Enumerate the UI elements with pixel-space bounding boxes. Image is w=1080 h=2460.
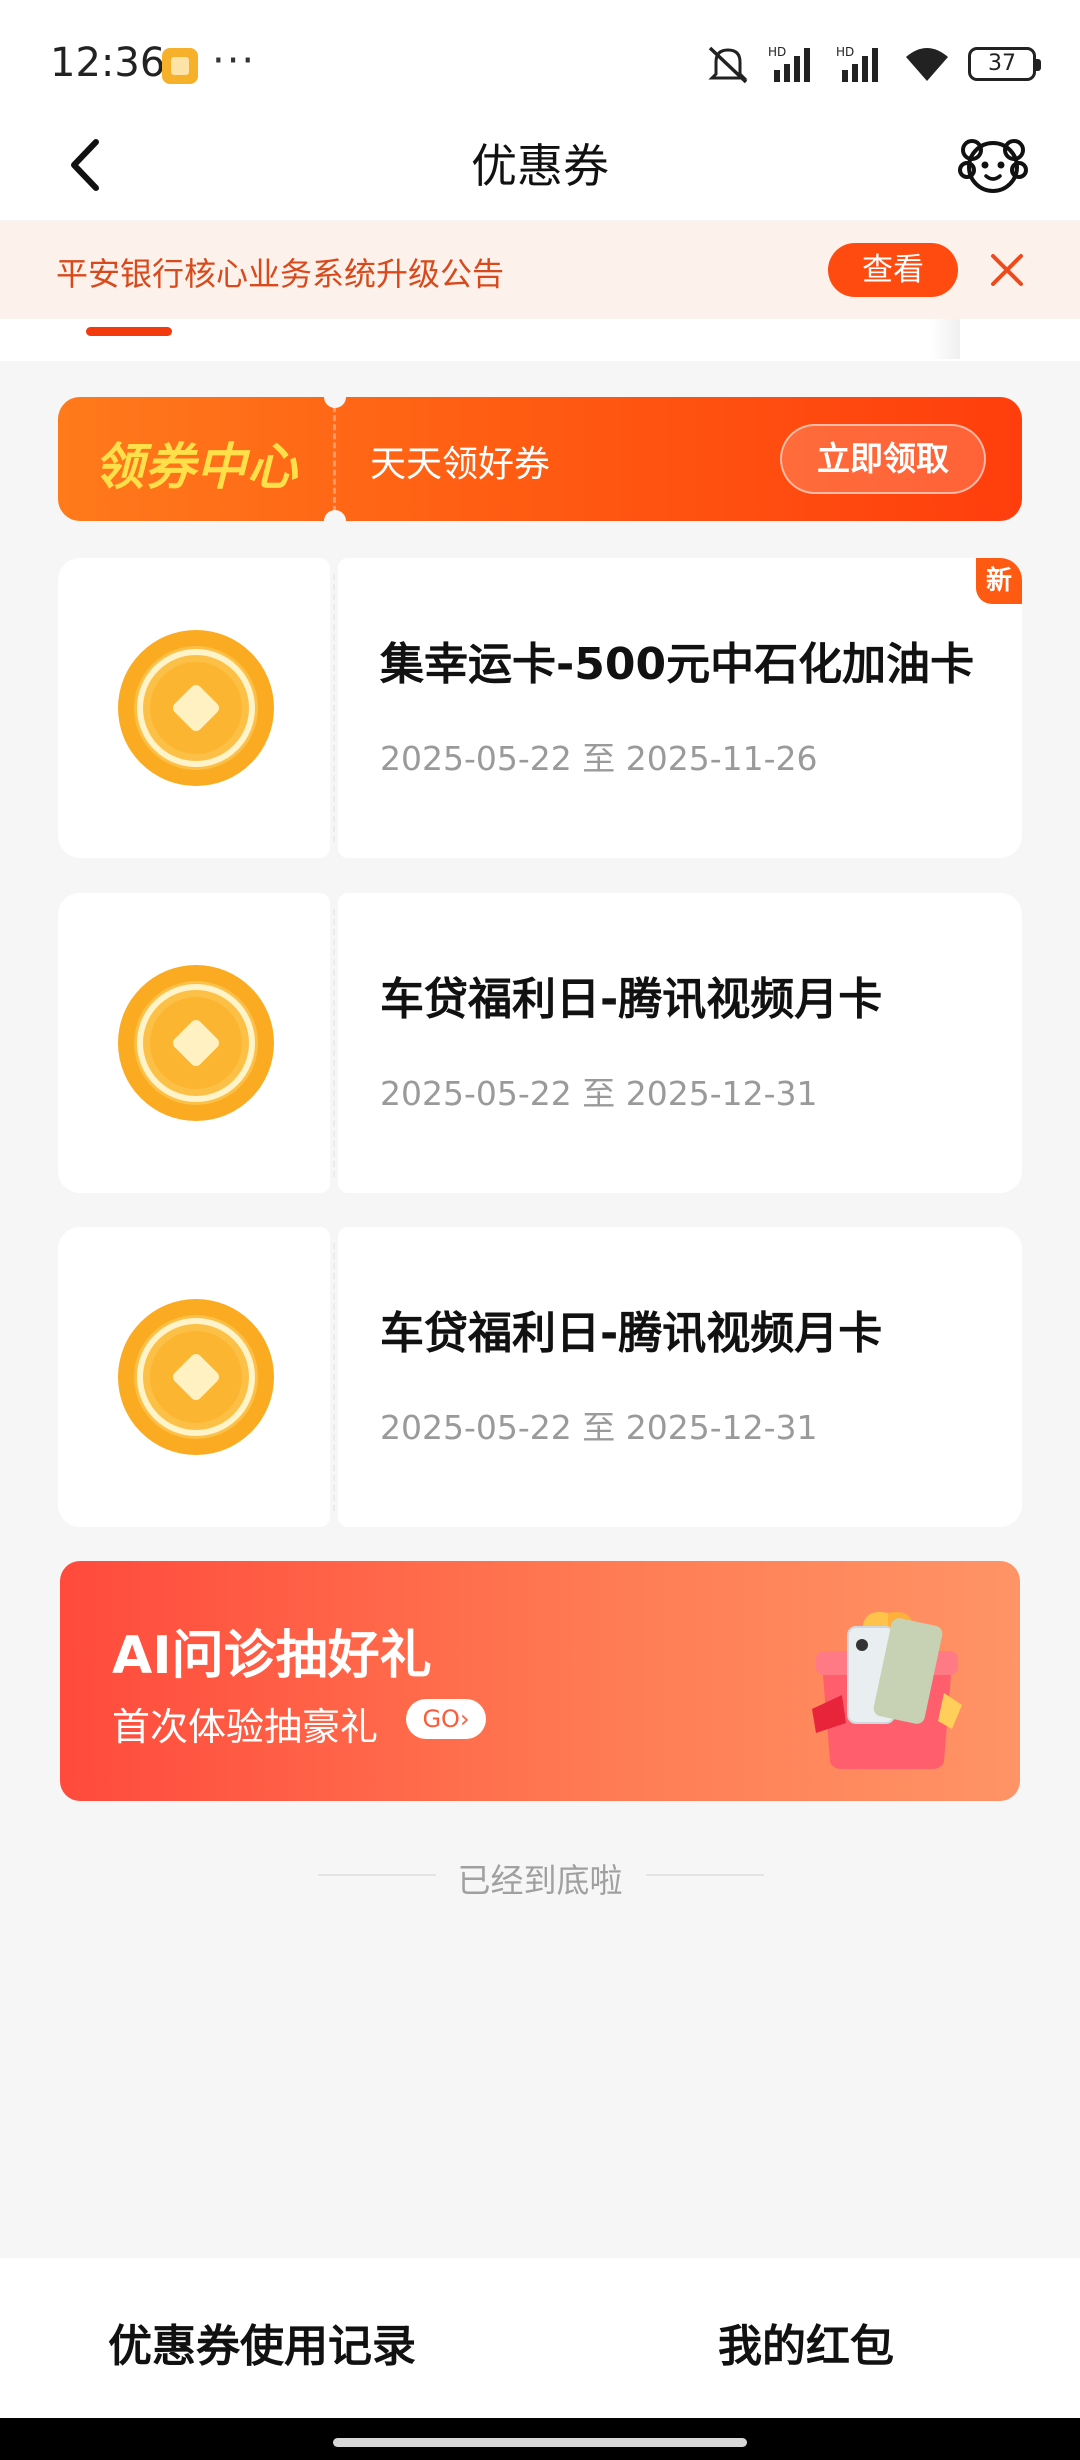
status-time: 12:36 [50, 40, 166, 86]
bottom-bar: 优惠券使用记录 我的红包 [0, 2258, 1080, 2418]
active-tab-indicator [86, 327, 172, 336]
more-notifications: ··· [212, 38, 257, 84]
gift-box-icon [812, 1611, 962, 1769]
chevron-right-icon: › [459, 1705, 470, 1733]
coupon-validity: 2025-05-22 至 2025-11-26 [380, 739, 818, 778]
tab-strip [0, 319, 1080, 361]
coupon-card[interactable]: 集幸运卡-500元中石化加油卡 2025-05-22 至 2025-11-26 … [58, 558, 1022, 858]
top-nav: 优惠券 [0, 110, 1080, 220]
mute-icon [708, 46, 748, 84]
home-indicator[interactable] [333, 2438, 747, 2447]
coupon-validity: 2025-05-22 至 2025-12-31 [380, 1074, 818, 1113]
go-button[interactable]: GO› [406, 1699, 486, 1739]
coupon-records-button[interactable]: 优惠券使用记录 [108, 2310, 416, 2374]
ai-banner-subtitle: 首次体验抽豪礼 [112, 1705, 379, 1749]
ticket-notch [324, 397, 346, 408]
coupon-separator [333, 574, 335, 842]
coupon-body [338, 1227, 1022, 1527]
ai-banner-title: AI问诊抽好礼 [112, 1626, 432, 1686]
coupon-center-subtitle: 天天领好券 [370, 444, 551, 485]
signal-hd-icon: HD [768, 45, 810, 82]
new-badge: 新 [976, 558, 1022, 604]
status-icons: HD HD 37 [706, 44, 1041, 84]
tab-scroll-fade [930, 319, 960, 359]
mascot-icon[interactable] [958, 130, 1028, 200]
claim-now-button[interactable]: 立即领取 [780, 424, 986, 494]
coupon-separator [333, 909, 335, 1177]
coupon-center-banner[interactable]: 领券中心 天天领好券 立即领取 [58, 397, 1022, 521]
svg-text:HD: HD [768, 45, 786, 59]
coupon-body [338, 893, 1022, 1193]
coupon-validity: 2025-05-22 至 2025-12-31 [380, 1408, 818, 1447]
view-announcement-button[interactable]: 查看 [828, 243, 958, 297]
app-notification-icon [162, 48, 198, 84]
coupon-center-title: 领券中心 [94, 438, 298, 496]
announcement-bar[interactable]: 平安银行核心业务系统升级公告 查看 [0, 221, 1080, 319]
coupon-card[interactable]: 车贷福利日-腾讯视频月卡 2025-05-22 至 2025-12-31 [58, 893, 1022, 1193]
coupon-title: 车贷福利日-腾讯视频月卡 [380, 974, 883, 1025]
wifi-icon [906, 48, 948, 81]
system-nav-bar [0, 2418, 1080, 2460]
coupon-separator [333, 1243, 335, 1511]
ticket-divider [333, 397, 336, 521]
close-icon[interactable] [984, 247, 1030, 293]
coupon-body [338, 558, 1022, 858]
ticket-notch [324, 510, 346, 521]
coupon-title: 集幸运卡-500元中石化加油卡 [380, 639, 975, 690]
coin-icon [118, 630, 274, 786]
svg-text:HD: HD [836, 45, 854, 59]
go-label: GO [422, 1705, 460, 1733]
coupon-card[interactable]: 车贷福利日-腾讯视频月卡 2025-05-22 至 2025-12-31 [58, 1227, 1022, 1527]
signal-hd-icon: HD [836, 45, 878, 82]
coin-icon [118, 965, 274, 1121]
my-red-packets-button[interactable]: 我的红包 [718, 2310, 894, 2374]
coin-icon [118, 1299, 274, 1455]
announcement-text[interactable]: 平安银行核心业务系统升级公告 [56, 249, 504, 295]
page-title: 优惠券 [471, 139, 609, 193]
end-of-list-text: 已经到底啦 [457, 1861, 623, 1900]
coupon-title: 车贷福利日-腾讯视频月卡 [380, 1308, 883, 1359]
battery-icon: 37 [968, 47, 1041, 81]
ai-consultation-banner[interactable]: AI问诊抽好礼 首次体验抽豪礼 GO› [60, 1561, 1020, 1801]
